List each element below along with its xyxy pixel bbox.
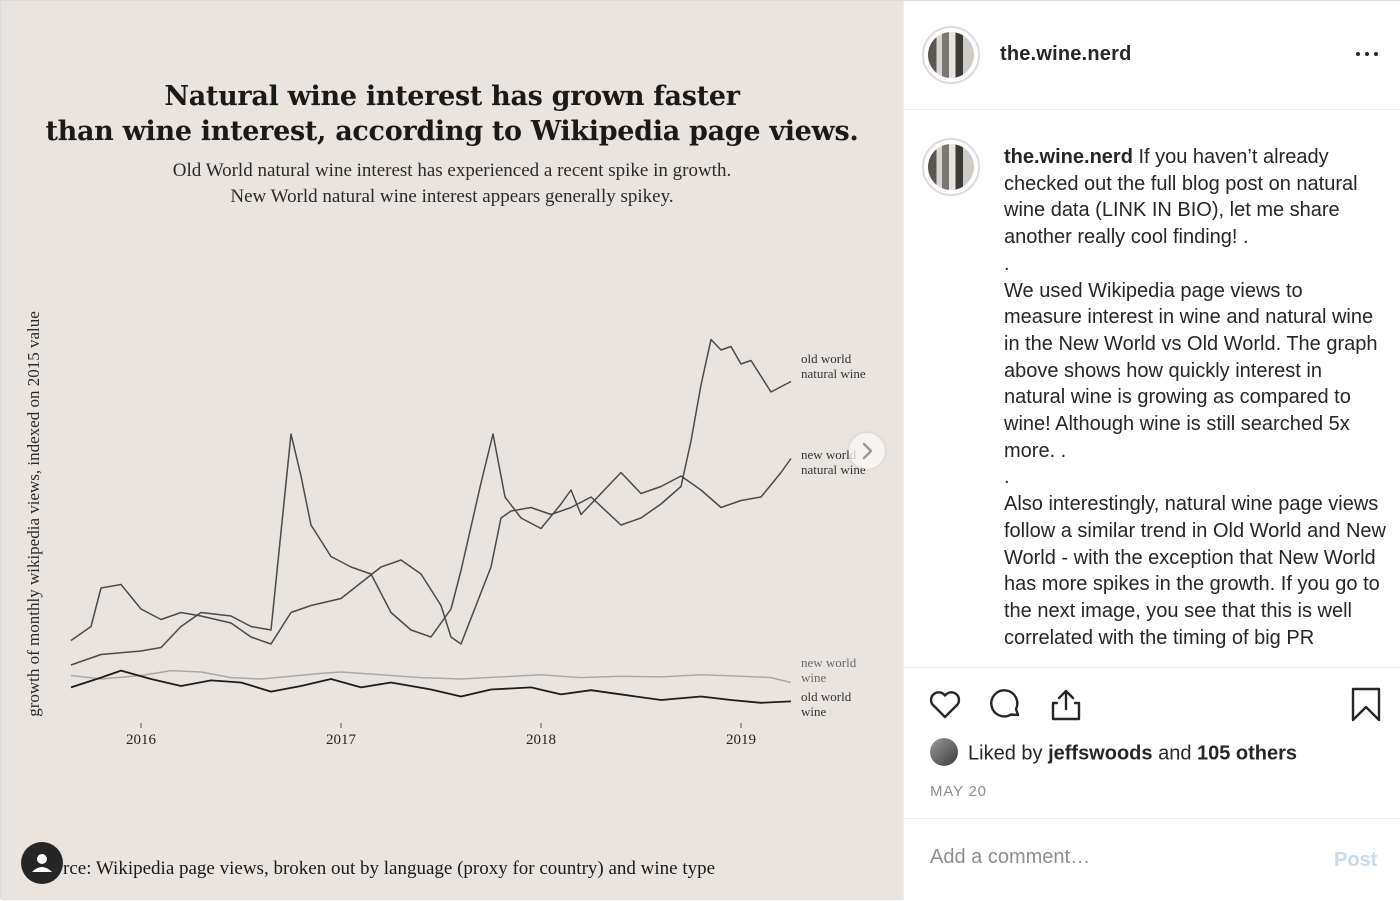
post-comment-button[interactable]: Post [1334, 849, 1377, 872]
like-button[interactable] [926, 685, 964, 723]
series-label: new world [801, 655, 857, 670]
save-button[interactable] [1347, 685, 1385, 723]
post-date[interactable]: MAY 20 [930, 783, 987, 800]
share-icon [1051, 689, 1081, 721]
series-line-old-world-natural-wine [70, 338, 792, 645]
more-options-button[interactable] [1356, 47, 1380, 61]
instagram-post: Natural wine interest has grown faster t… [0, 0, 1400, 900]
series-label: old world [801, 351, 852, 366]
comment-button[interactable] [987, 685, 1025, 723]
post-media[interactable]: Natural wine interest has grown faster t… [1, 1, 903, 900]
caption-area[interactable]: the.wine.nerd If you haven’t already che… [904, 110, 1400, 668]
more-horizontal-icon [1374, 52, 1378, 56]
avatar-image [928, 144, 974, 190]
caption-username[interactable]: the.wine.nerd [1004, 146, 1133, 168]
comment-icon [990, 689, 1020, 718]
likes-middle: and [1152, 742, 1197, 765]
line-chart: 2016 2017 2018 2019old worldnatural winenew… [70, 338, 866, 748]
series-line-new-world-natural-wine [70, 433, 792, 666]
tagged-account-button[interactable] [21, 842, 63, 884]
liker-username[interactable]: jeffswoods [1048, 742, 1152, 764]
header-username[interactable]: the.wine.nerd [1000, 43, 1132, 66]
bookmark-icon [1351, 687, 1381, 722]
more-horizontal-icon [1356, 52, 1360, 56]
x-tick-label: 2017 [326, 732, 357, 748]
x-tick-label: 2018 [526, 732, 556, 748]
share-button[interactable] [1047, 685, 1085, 723]
chevron-right-icon [862, 442, 873, 460]
user-icon [32, 854, 52, 872]
heart-icon [929, 691, 961, 719]
series-label: old world [801, 689, 852, 704]
likes-others-link[interactable]: 105 others [1197, 742, 1297, 764]
source-note: rce: Wikipedia page views, broken out by… [63, 858, 716, 879]
x-tick-label: 2016 [126, 732, 157, 748]
caption-text: If you haven’t already checked out the f… [1004, 146, 1387, 649]
series-label: wine [801, 670, 827, 685]
post-header: the.wine.nerd [904, 1, 1400, 110]
post-sidebar: the.wine.nerd the.wine.nerd If you haven… [903, 1, 1400, 900]
series-label: natural wine [801, 366, 866, 381]
profile-avatar[interactable] [922, 26, 980, 84]
more-horizontal-icon [1365, 52, 1369, 56]
comment-box: Post [904, 818, 1400, 901]
liker-avatar[interactable] [930, 738, 958, 766]
x-tick-label: 2019 [726, 732, 756, 748]
likes-summary: Liked by jeffswoods and 105 others [930, 738, 1297, 770]
likes-prefix: Liked by [968, 742, 1049, 765]
avatar-image [928, 32, 974, 78]
caption: the.wine.nerd If you haven’t already che… [1004, 144, 1386, 651]
next-image-button[interactable] [849, 433, 885, 469]
series-label: wine [801, 704, 827, 719]
comment-input[interactable] [928, 845, 1312, 870]
series-line-new-world-wine [70, 669, 792, 684]
caption-avatar[interactable] [922, 138, 980, 196]
action-bar [904, 669, 1400, 741]
